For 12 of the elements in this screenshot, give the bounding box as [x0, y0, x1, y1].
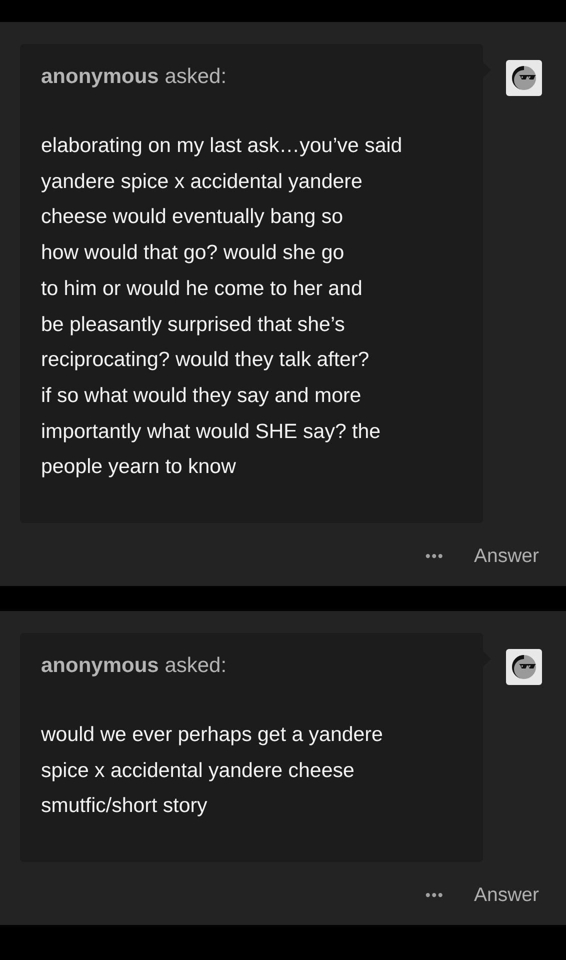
sunglasses-face-icon [510, 64, 538, 92]
asker-heading: anonymous asked: [41, 653, 228, 680]
avatar[interactable] [506, 649, 542, 686]
asker-heading: anonymous asked: [41, 64, 228, 90]
question-text: elaborating on my last ask…you’ve said yandere spice x accidental yandere cheese would eventually bang so how would that go? would she go to him or would he come to her and be pleasantly surprised that she’s reciprocating? would they talk after? if so what would they say and more importantly what would SHE say? the people yearn to know [41, 133, 404, 480]
answer-button[interactable]: Answer [474, 884, 539, 908]
answer-button[interactable]: Answer [474, 545, 539, 568]
more-options-button[interactable]: ••• [425, 887, 444, 904]
more-options-button[interactable]: ••• [425, 548, 444, 566]
sunglasses-face-icon [510, 653, 538, 682]
question-text: would we ever perhaps get a yandere spice x accidental yandere cheese smutfic/short story [41, 722, 384, 820]
avatar[interactable] [506, 60, 542, 96]
